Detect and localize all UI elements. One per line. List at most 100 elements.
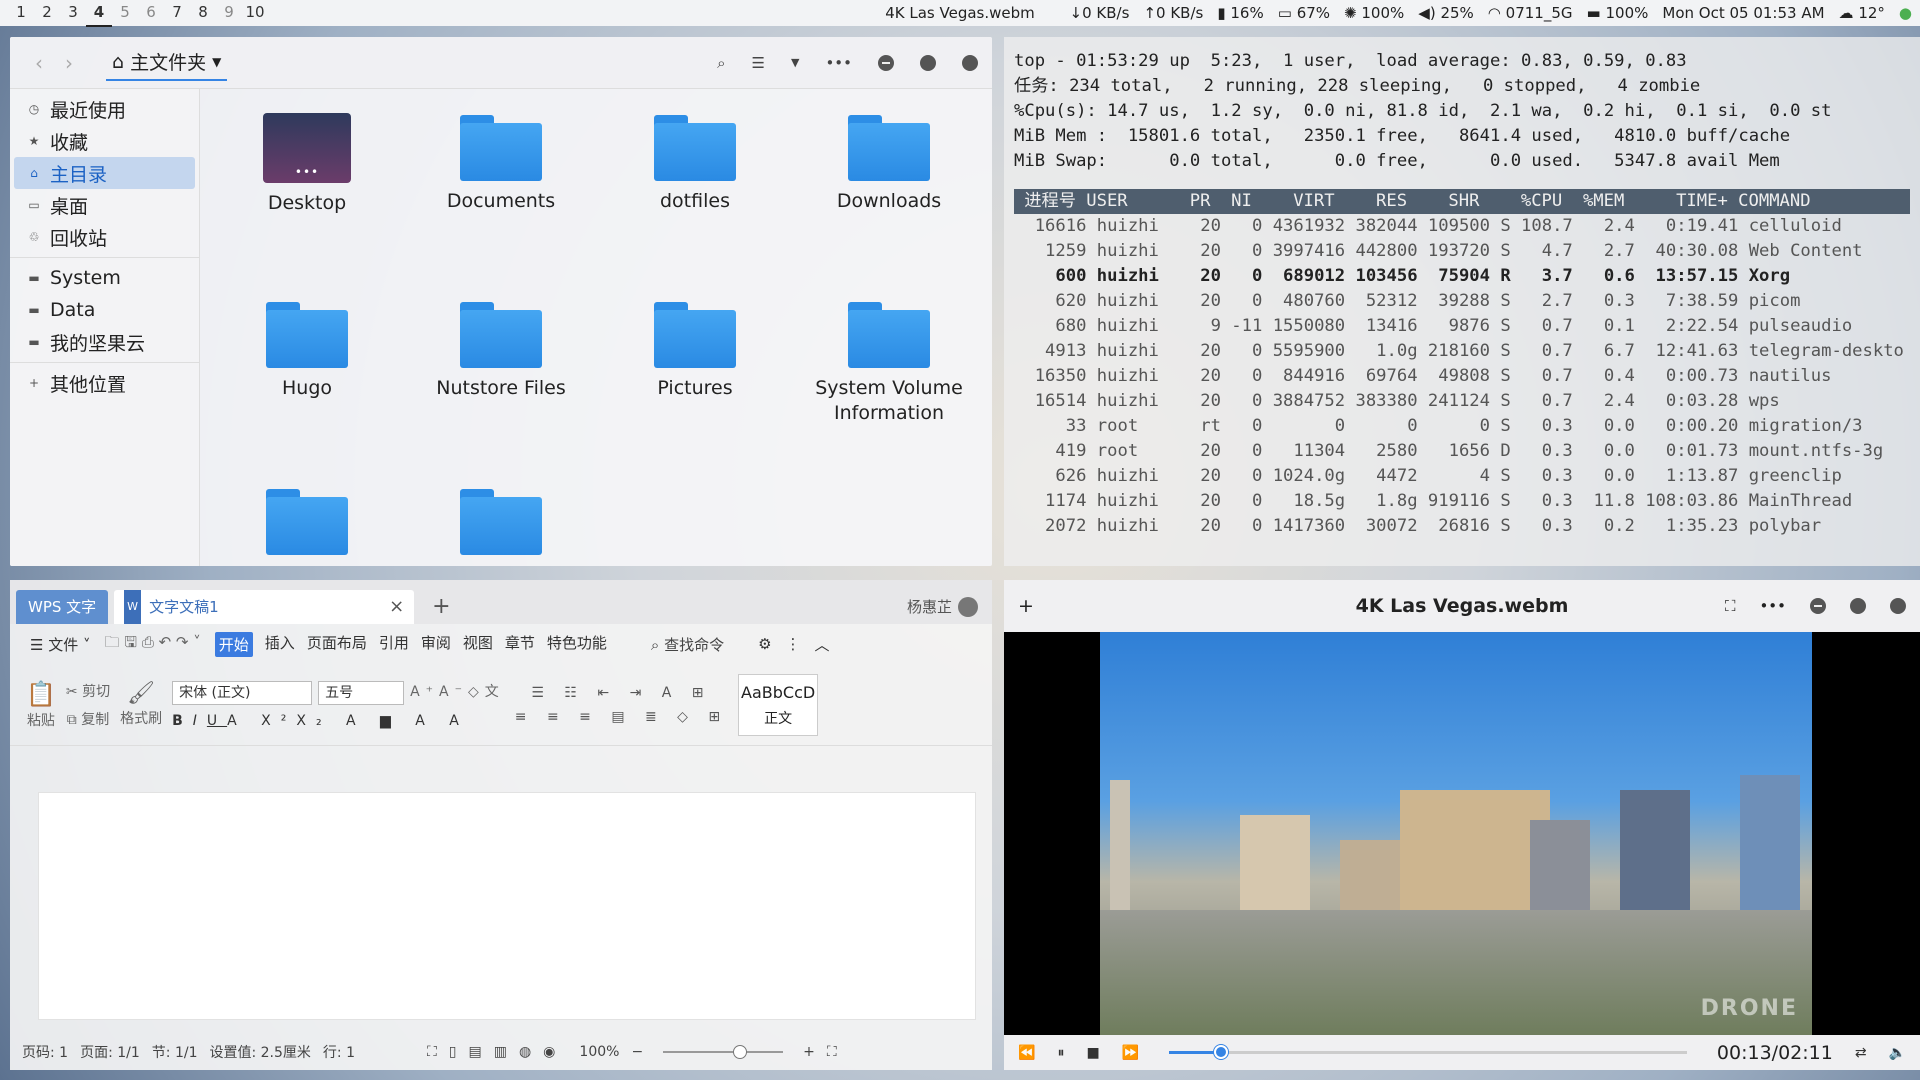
close-tab-icon[interactable]: ×	[389, 590, 404, 624]
workspace-1[interactable]: 1	[8, 0, 34, 27]
workspace-8[interactable]: 8	[190, 0, 216, 27]
font-tools-icons[interactable]: A⁺A⁻◇文	[410, 681, 505, 705]
workspace-5[interactable]: 5	[112, 0, 138, 27]
more-menu-icon[interactable]: •••	[1759, 597, 1786, 615]
file-item[interactable]: Downloads	[792, 97, 986, 280]
workspace-10[interactable]: 10	[242, 0, 268, 27]
add-playlist-icon[interactable]: +	[1018, 595, 1034, 617]
file-item[interactable]: System Volume Information	[792, 284, 986, 467]
wps-app-tab[interactable]: WPS 文字	[16, 590, 109, 624]
file-menu[interactable]: ☰ 文件 ˅	[30, 634, 91, 655]
format-painter-button[interactable]: 🖌 格式刷	[120, 681, 162, 728]
stop-icon[interactable]: ■	[1086, 1045, 1099, 1061]
new-tab-button[interactable]: +	[432, 590, 450, 624]
workspace-7[interactable]: 7	[164, 0, 190, 27]
sidebar-item[interactable]: ★ 收藏	[14, 125, 195, 157]
file-item[interactable]: Documents	[404, 97, 598, 280]
file-item[interactable]: VirtualBox VMs	[404, 471, 598, 566]
location-button[interactable]: ⌂ 主文件夹 ▼	[106, 44, 228, 81]
maximize-button[interactable]	[1850, 598, 1866, 614]
sidebar-item[interactable]: ⌂ 主目录	[14, 157, 195, 189]
volume-indicator[interactable]: ◀) 25%	[1418, 4, 1474, 22]
menu-tab[interactable]: 引用	[379, 632, 409, 657]
sidebar-item[interactable]: ▬ System	[14, 262, 195, 294]
workspace-4[interactable]: 4	[86, 0, 112, 27]
zoom-in-icon[interactable]: +	[803, 1044, 815, 1060]
zoom-level[interactable]: 100%	[579, 1044, 619, 1060]
home-icon: ⌂	[30, 166, 38, 180]
minimize-button[interactable]	[878, 54, 894, 71]
file-item[interactable]: Nutstore Files	[404, 284, 598, 467]
more-menu-icon[interactable]: •••	[825, 54, 852, 72]
menu-tab[interactable]: 章节	[505, 632, 535, 657]
file-item[interactable]: Desktop	[210, 97, 404, 280]
folder-icon	[848, 115, 930, 181]
sidebar-item[interactable]: ◷ 最近使用	[14, 93, 195, 125]
pause-icon[interactable]: ⏸	[1057, 1045, 1064, 1061]
folder-icon	[654, 302, 736, 368]
menu-tab[interactable]: 视图	[463, 632, 493, 657]
quick-access-icons[interactable]: 🗀 🖫 ⎙ ↶ ↷ ˅	[105, 632, 201, 657]
tray-app-icon[interactable]: ●	[1899, 4, 1912, 22]
clock[interactable]: Mon Oct 05 01:53 AM	[1662, 4, 1824, 22]
sidebar-item[interactable]: + 其他位置	[14, 367, 195, 399]
copy-button[interactable]: ⧉ 复制	[67, 709, 109, 729]
cut-button[interactable]: ✂ 剪切	[66, 681, 110, 701]
file-item-label: VirtualBox VMs	[416, 563, 586, 566]
menu-tab[interactable]: 页面布局	[307, 632, 367, 657]
close-button[interactable]	[962, 54, 978, 71]
font-family-select[interactable]: 宋体 (正文)	[172, 680, 313, 705]
workspace-3[interactable]: 3	[60, 0, 86, 27]
file-item[interactable]: Hugo	[210, 284, 404, 467]
seek-knob[interactable]	[1213, 1045, 1228, 1059]
zoom-slider-knob[interactable]	[733, 1045, 748, 1059]
video-area[interactable]: DRONE	[1004, 632, 1920, 1035]
more-icon[interactable]: ⋮	[786, 635, 801, 653]
user-account[interactable]: 杨惠芷	[907, 590, 992, 624]
list-view-icon[interactable]: ☰	[752, 54, 765, 72]
file-item[interactable]: dotfiles	[598, 97, 792, 280]
minimize-button[interactable]	[1810, 598, 1826, 614]
view-options-chevron-icon[interactable]: ▼	[791, 56, 799, 69]
sidebar-item[interactable]: ▬ Data	[14, 294, 195, 326]
search-icon[interactable]: ⌕	[717, 54, 725, 72]
menu-tab[interactable]: 插入	[265, 632, 295, 657]
style-normal[interactable]: AaBbCcD 正文	[738, 673, 819, 736]
view-mode-icons[interactable]: ⛶▯▤▥◍◉	[427, 1044, 567, 1060]
file-item[interactable]: Pictures	[598, 284, 792, 467]
search-command[interactable]: ⌕ 查找命令	[651, 634, 724, 655]
collapse-ribbon-icon[interactable]: ︿	[815, 634, 830, 655]
menu-tab[interactable]: 特色功能	[547, 632, 607, 657]
sidebar-item[interactable]: ▭ 桌面	[14, 189, 195, 221]
volume-icon[interactable]: 🔈	[1889, 1045, 1906, 1061]
settings-icon[interactable]: ⚙	[758, 635, 771, 653]
maximize-button[interactable]	[920, 54, 936, 71]
back-button[interactable]: ‹	[24, 51, 54, 75]
menu-tab[interactable]: 开始	[214, 631, 253, 657]
text-format-icons[interactable]: BIUA X²X₂ A ▆ A A	[172, 713, 469, 729]
fit-page-icon[interactable]: ⛶	[827, 1044, 837, 1060]
sidebar-item[interactable]: ♲ 回收站	[14, 221, 195, 253]
workspace-2[interactable]: 2	[34, 0, 60, 27]
forward-button[interactable]: ›	[54, 51, 84, 75]
repeat-icon[interactable]: ⇄	[1855, 1045, 1867, 1061]
workspace-6[interactable]: 6	[138, 0, 164, 27]
fast-forward-icon[interactable]: ⏩	[1122, 1045, 1139, 1061]
workspace-switcher: 1 2 3 4 5 6 7 8 9 10	[8, 0, 268, 27]
close-button[interactable]	[1890, 598, 1906, 614]
zoom-slider[interactable]	[663, 1045, 784, 1059]
rewind-icon[interactable]: ⏪	[1018, 1045, 1035, 1061]
file-item[interactable]: Videos	[210, 471, 404, 566]
paste-button[interactable]: 📋 粘贴	[26, 680, 56, 730]
fullscreen-icon[interactable]: ⛶	[1725, 597, 1736, 615]
zoom-out-icon[interactable]: −	[631, 1044, 643, 1060]
workspace-9[interactable]: 9	[216, 0, 242, 27]
font-size-select[interactable]: 五号	[318, 680, 405, 705]
paragraph-icons[interactable]: ☰ ☷ ⇤ ⇥ A ⊞ ≡ ≡ ≡ ▤ ≣ ◇ ⊞	[515, 685, 728, 725]
menu-tab[interactable]: 审阅	[421, 632, 451, 657]
wifi-indicator[interactable]: ◠ 0711_5G	[1488, 4, 1573, 22]
seek-bar[interactable]	[1169, 1045, 1687, 1059]
sidebar-item[interactable]: ▬ 我的坚果云	[14, 326, 195, 358]
document-tab[interactable]: W 文字文稿1 ×	[114, 590, 415, 624]
document-page[interactable]	[38, 792, 976, 1020]
